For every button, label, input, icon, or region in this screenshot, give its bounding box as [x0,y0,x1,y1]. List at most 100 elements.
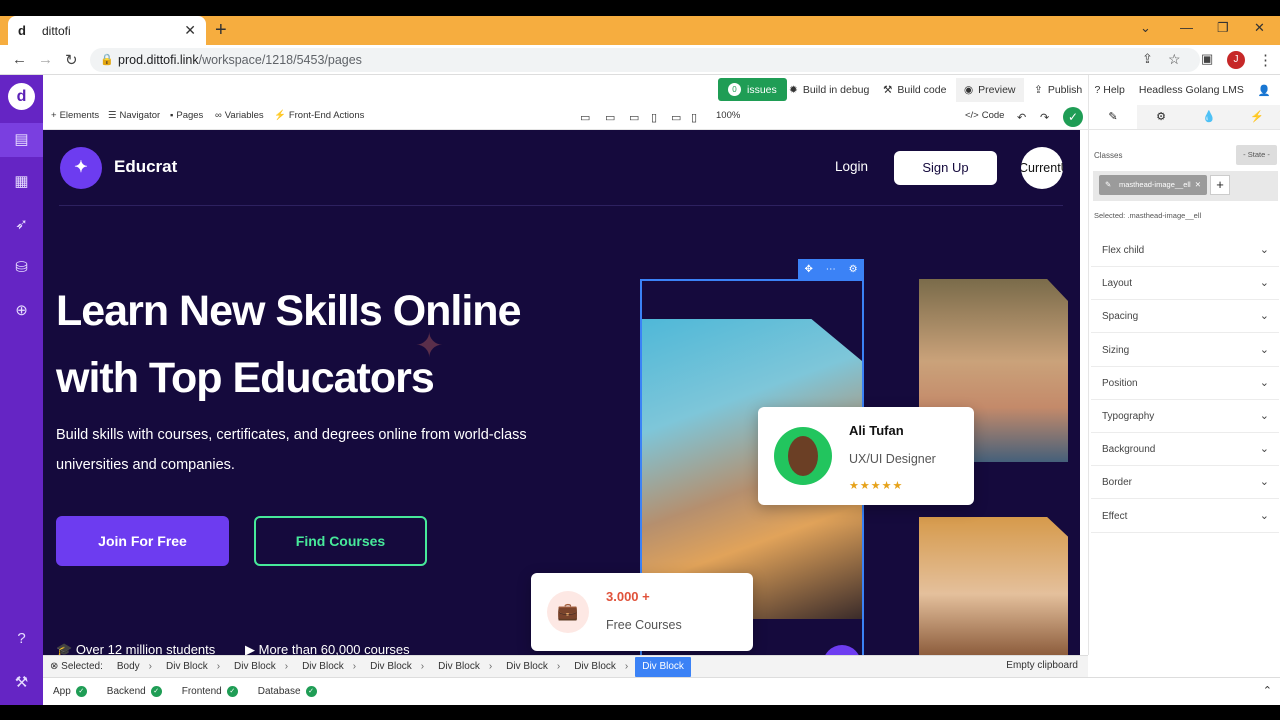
lightning-icon[interactable]: ⚡ [1233,105,1280,129]
breadcrumb-item[interactable]: Body › [110,656,159,678]
section-spacing[interactable]: Spacing ⌄ [1091,300,1279,334]
rocket-icon[interactable]: ➶ [11,214,32,235]
database-settings-icon[interactable]: ⛁ [11,257,32,278]
pages-icon[interactable]: ▤ [11,129,32,150]
join-button[interactable]: Join For Free [56,516,229,566]
breadcrumb-item[interactable]: Div Block › [431,656,499,678]
close-window-icon[interactable]: ✕ [1254,20,1265,36]
find-courses-button[interactable]: Find Courses [254,516,427,566]
desktop-large-icon[interactable]: ▭ [580,111,590,124]
breadcrumb-item[interactable]: Div Block › [499,656,567,678]
publish-button[interactable]: ⇪ Publish [1026,78,1090,102]
browser-menu-icon[interactable]: ⋮ [1258,51,1273,69]
current-user-button[interactable]: CurrentUser [1021,147,1063,189]
section-position[interactable]: Position ⌄ [1091,367,1279,400]
drop-icon[interactable]: 💧 [1185,105,1233,129]
desktop-icon[interactable]: ▭ [605,111,615,124]
login-link[interactable]: Login [835,159,868,174]
section-effect[interactable]: Effect ⌄ [1091,500,1279,533]
move-icon[interactable]: ✥ [804,264,812,275]
more-icon[interactable]: ⋯ [826,264,836,275]
reload-icon[interactable]: ↻ [65,51,78,69]
status-database[interactable]: Database ✓ [258,686,317,697]
laptop-icon[interactable]: ▭ [629,111,639,124]
design-canvas[interactable]: ✦ Educrat Login Sign Up CurrentUser Lear… [43,130,1080,655]
class-chip[interactable]: ✎ masthead-image__ell ✕ [1099,175,1207,195]
lock-icon[interactable]: 🔒 [100,48,114,72]
breadcrumb-item[interactable]: Div Block › [567,656,635,678]
hero-subtitle[interactable]: Build skills with courses, certificates,… [56,420,536,480]
section-background[interactable]: Background ⌄ [1091,433,1279,467]
dittofi-logo[interactable]: d [8,83,35,110]
breadcrumb-item[interactable]: Div Block › [227,656,295,678]
tab-search-icon[interactable]: ⌄ [1140,20,1151,36]
empty-clipboard-button[interactable]: Empty clipboard [1006,660,1078,671]
preview-button[interactable]: ◉ Preview [956,78,1024,102]
status-app[interactable]: App ✓ [53,686,87,697]
signup-button[interactable]: Sign Up [894,151,997,185]
instructor-card[interactable]: Ali Tufan UX/UI Designer ★★★★★ [758,407,974,505]
section-flex-child[interactable]: Flex child ⌄ [1091,234,1279,267]
courses-card[interactable]: 💼 3.000 + Free Courses [531,573,753,651]
chevron-up-icon[interactable]: ⌃ [1263,684,1272,697]
user-icon[interactable]: 👤 [1258,84,1271,97]
section-layout[interactable]: Layout ⌄ [1091,267,1279,301]
breadcrumb-item[interactable]: Div Block › [159,656,227,678]
status-frontend[interactable]: Frontend ✓ [182,686,238,697]
profile-avatar[interactable]: J [1227,51,1245,69]
state-select[interactable]: - State - [1236,145,1277,165]
back-icon[interactable]: ← [12,51,27,68]
remove-class-icon[interactable]: ✕ [1195,175,1201,195]
add-class-button[interactable]: + [1210,175,1230,195]
section-border[interactable]: Border ⌄ [1091,466,1279,500]
status-backend[interactable]: Backend ✓ [107,686,162,697]
pages-button[interactable]: ▪ Pages [170,110,203,121]
variables-button[interactable]: ∞ Variables [215,110,264,121]
url-field[interactable]: 🔒 prod.dittofi.link/workspace/1218/5453/… [90,48,1200,72]
browser-tab[interactable]: d dittofi ✕ [8,16,206,45]
bookmark-star-icon[interactable]: ☆ [1168,51,1181,68]
section-typography[interactable]: Typography ⌄ [1091,400,1279,433]
side-panel-icon[interactable]: ▣ [1201,51,1213,67]
tablet-icon[interactable]: ▯ [651,111,657,124]
navigator-button[interactable]: ☰ Navigator [108,110,160,121]
issues-button[interactable]: 0 issues [718,78,787,101]
undo-icon[interactable]: ↶ [1017,111,1026,124]
restore-icon[interactable]: ❐ [1217,20,1229,36]
masthead-image-woman-2[interactable] [919,517,1068,655]
redo-icon[interactable]: ↷ [1040,111,1049,124]
front-end-actions-button[interactable]: ⚡ Front-End Actions [274,110,364,121]
globe-icon[interactable]: ⊕ [11,300,32,321]
close-tab-icon[interactable]: ✕ [184,22,196,39]
breadcrumb-item[interactable]: Div Block › [363,656,431,678]
new-tab-icon[interactable]: + [215,20,227,40]
edit-icon[interactable]: ✎ [1105,175,1111,195]
brush-icon[interactable]: ✎ [1089,105,1137,129]
breadcrumb-item[interactable]: Div Block [635,656,691,677]
close-circle-icon[interactable]: ⊗ [50,661,58,672]
help-icon[interactable]: ? [11,628,32,649]
saved-check-icon[interactable]: ✓ [1063,107,1083,127]
build-code-button[interactable]: ⚒ Build code [875,78,954,102]
brand-name[interactable]: Educrat [114,157,177,177]
elements-button[interactable]: + Elements [51,110,99,121]
wrench-icon[interactable]: ⚒ [11,672,32,693]
settings-icon[interactable]: ⚙ [849,264,858,275]
share-icon[interactable]: ⇪ [1142,51,1153,67]
minimize-icon[interactable]: — [1180,20,1193,35]
phone-landscape-icon[interactable]: ▭ [671,111,681,124]
table-icon[interactable]: ▦ [11,171,32,192]
educrat-logo-icon[interactable]: ✦ [60,147,102,189]
gear-icon[interactable]: ⚙ [1137,105,1185,129]
phone-icon[interactable]: ▯ [691,111,697,124]
breadcrumb-item[interactable]: Div Block › [295,656,363,678]
hero-heading[interactable]: Learn New Skills Online with Top Educato… [56,278,556,412]
build-debug-button[interactable]: ✹ Build in debug [781,78,877,102]
section-sizing[interactable]: Sizing ⌄ [1091,334,1279,367]
code-button[interactable]: </> Code [965,110,1004,121]
forward-icon[interactable]: → [38,51,53,68]
class-selector-box[interactable]: ✎ masthead-image__ell ✕ + [1093,171,1278,201]
zoom-level[interactable]: 100% [716,110,740,121]
project-name[interactable]: Headless Golang LMS [1139,84,1244,96]
help-link[interactable]: ? Help [1094,84,1124,96]
